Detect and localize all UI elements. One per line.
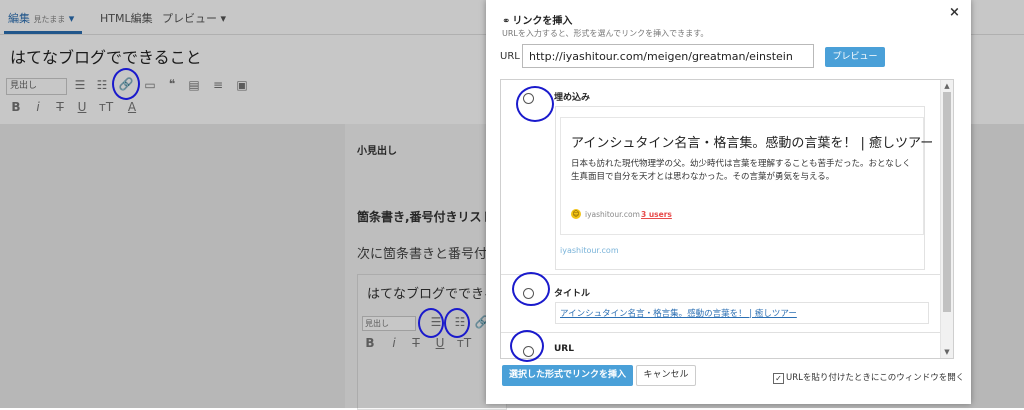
annotation-circle: [516, 86, 554, 122]
dialog-subtitle: URLを入力すると、形式を選んでリンクを挿入できます。: [502, 29, 709, 38]
preview-button[interactable]: プレビュー: [825, 47, 885, 67]
option-divider: [501, 332, 940, 333]
open-on-paste-label: URLを貼り付けたときにこのウィンドウを開く: [786, 373, 965, 383]
scroll-down-icon[interactable]: ▼: [941, 348, 953, 356]
card-bookmark-users: 3 users: [641, 210, 672, 219]
options-scrollbar[interactable]: ▲ ▼: [940, 80, 953, 358]
card-description: 日本も訪れた現代物理学の父。幼少時代は言葉を理解することも苦手だった。おとなしく…: [571, 159, 911, 182]
insert-link-button[interactable]: 選択した形式でリンクを挿入: [502, 365, 633, 386]
card-site: iyashitour.com: [585, 210, 640, 219]
embed-card-preview: アインシュタイン名言・格言集。感動の言葉を！ | 癒しツアー 日本も訪れた現代物…: [555, 106, 933, 270]
option-embed-label: 埋め込み: [554, 93, 591, 103]
option-title-label: タイトル: [554, 289, 591, 299]
annotation-circle: [418, 308, 444, 338]
smiley-icon: ☺: [571, 209, 581, 219]
annotation-circle: [510, 330, 544, 362]
annotation-circle: [444, 308, 470, 338]
format-options-list: 埋め込み アインシュタイン名言・格言集。感動の言葉を！ | 癒しツアー 日本も訪…: [500, 79, 954, 359]
option-url-label: URL: [554, 344, 574, 354]
dialog-title: ⚭ リンクを挿入: [502, 12, 572, 27]
url-label: URL: [500, 51, 520, 62]
link-icon: ⚭: [502, 16, 511, 27]
title-link-preview: アインシュタイン名言・格言集。感動の言葉を！ | 癒しツアー: [555, 302, 929, 324]
embed-card-frame: アインシュタイン名言・格言集。感動の言葉を！ | 癒しツアー 日本も訪れた現代物…: [560, 117, 933, 235]
open-on-paste-checkbox[interactable]: ✓: [773, 373, 784, 384]
cancel-button[interactable]: キャンセル: [636, 365, 696, 386]
option-divider: [501, 274, 940, 275]
scroll-up-icon[interactable]: ▲: [941, 82, 953, 90]
scrollbar-thumb[interactable]: [943, 92, 951, 312]
insert-link-dialog: ⚭ リンクを挿入 URLを入力すると、形式を選んでリンクを挿入できます。 × UR…: [486, 0, 971, 404]
annotation-circle: [512, 272, 550, 306]
url-input[interactable]: http://iyashitour.com/meigen/greatman/ei…: [522, 44, 814, 68]
title-link-text: アインシュタイン名言・格言集。感動の言葉を！ | 癒しツアー: [560, 309, 797, 319]
card-footer-domain: iyashitour.com: [560, 246, 619, 255]
card-title: アインシュタイン名言・格言集。感動の言葉を！ | 癒しツアー: [571, 136, 934, 151]
annotation-circle: [112, 68, 140, 100]
close-icon[interactable]: ×: [949, 5, 960, 20]
dialog-title-text: リンクを挿入: [512, 16, 573, 27]
